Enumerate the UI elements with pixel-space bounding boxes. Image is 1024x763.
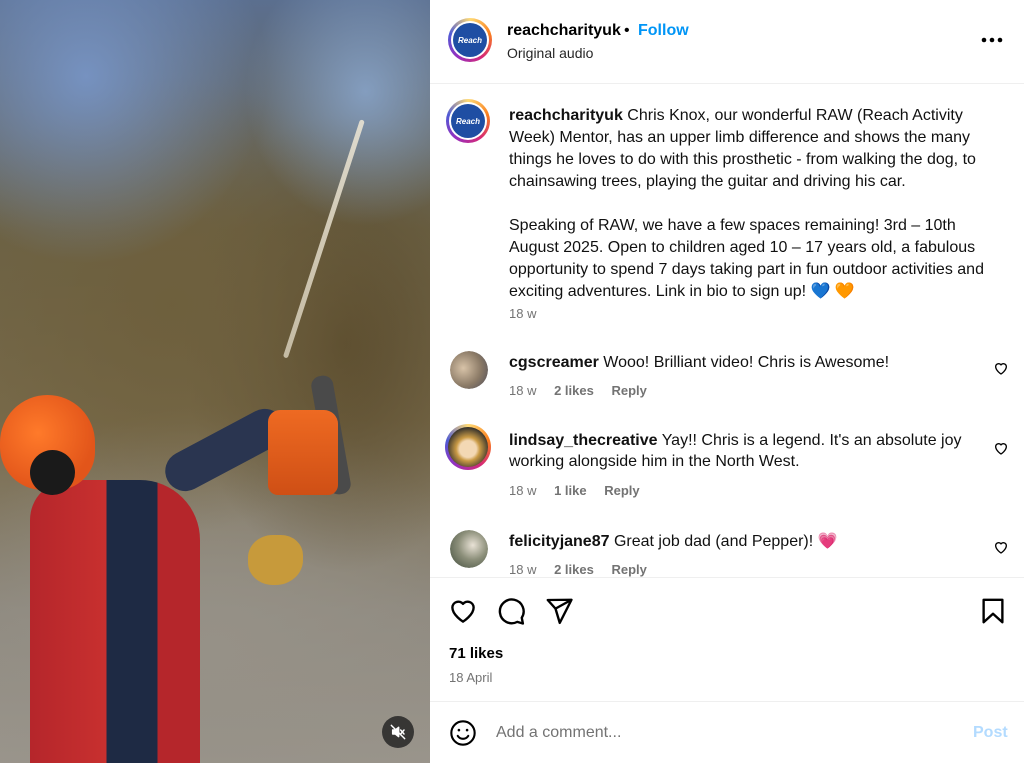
more-options-button[interactable] (978, 26, 1006, 54)
comments-section[interactable]: Reach reachcharityuk Chris Knox, our won… (430, 85, 1024, 577)
audio-label[interactable]: Original audio (507, 45, 593, 61)
mute-button[interactable] (382, 716, 414, 748)
caption-time[interactable]: 18 w (509, 306, 536, 321)
comment-likes[interactable]: 2 likes (554, 562, 594, 577)
caption-avatar[interactable]: Reach (446, 99, 490, 143)
reach-logo: Reach (453, 23, 487, 57)
video-glove (248, 535, 303, 585)
video-earmuff (30, 450, 75, 495)
comment-username[interactable]: lindsay_thecreative (509, 432, 658, 449)
comment-meta: 18 w 2 likes Reply (509, 562, 661, 577)
comment-meta: 18 w 1 like Reply (509, 483, 654, 498)
like-comment-heart-icon[interactable] (993, 539, 1009, 555)
video-chainsaw (268, 410, 338, 495)
post-comment-button[interactable]: Post (973, 724, 1008, 742)
author-username[interactable]: reachcharityuk (507, 22, 621, 40)
comment-time[interactable]: 18 w (509, 383, 536, 398)
caption-username[interactable]: reachcharityuk (509, 107, 623, 124)
follow-button[interactable]: Follow (638, 22, 689, 40)
sound-off-icon (390, 724, 406, 740)
comment-username[interactable]: cgscreamer (509, 354, 599, 371)
comment-text: felicityjane87 Great job dad (and Pepper… (509, 531, 979, 552)
post-date[interactable]: 18 April (449, 670, 492, 685)
post-actions: 71 likes 18 April (430, 577, 1024, 701)
bookmark-icon[interactable] (978, 596, 1008, 626)
heart-icon[interactable] (448, 596, 478, 626)
comment-body: Great job dad (and Pepper)! 💗 (613, 533, 838, 550)
like-comment-heart-icon[interactable] (993, 440, 1009, 456)
comment-body: Wooo! Brilliant video! Chris is Awesome! (603, 354, 890, 371)
comment-likes[interactable]: 2 likes (554, 383, 594, 398)
post-caption: reachcharityuk Chris Knox, our wonderful… (509, 105, 999, 325)
post-header: Reach reachcharityuk • Follow Original a… (430, 0, 1024, 84)
comment-input[interactable] (496, 718, 956, 748)
separator-dot: • (624, 22, 630, 39)
reach-logo: Reach (451, 104, 485, 138)
comment-text: lindsay_thecreative Yay!! Chris is a leg… (509, 430, 979, 472)
like-comment-heart-icon[interactable] (993, 360, 1009, 376)
caption-paragraph-2: Speaking of RAW, we have a few spaces re… (509, 217, 984, 300)
comment-time[interactable]: 18 w (509, 562, 536, 577)
comment-icon[interactable] (496, 596, 526, 626)
reply-button[interactable]: Reply (604, 483, 639, 498)
video-branch (282, 119, 365, 359)
reply-button[interactable]: Reply (611, 383, 646, 398)
comment-avatar[interactable] (445, 424, 491, 470)
likes-count[interactable]: 71 likes (449, 645, 503, 662)
video-person-body (30, 480, 200, 763)
add-comment-bar: Post (430, 701, 1024, 763)
share-icon[interactable] (544, 596, 574, 626)
comment-meta: 18 w 2 likes Reply (509, 383, 661, 398)
author-avatar[interactable]: Reach (448, 18, 492, 62)
reply-button[interactable]: Reply (611, 562, 646, 577)
comment-avatar[interactable] (450, 351, 488, 389)
post-details-panel: Reach reachcharityuk • Follow Original a… (430, 0, 1024, 763)
post-video[interactable] (0, 0, 430, 763)
emoji-icon[interactable] (449, 719, 477, 747)
comment-time[interactable]: 18 w (509, 483, 536, 498)
comment-username[interactable]: felicityjane87 (509, 533, 610, 550)
more-horizontal-icon (981, 37, 1003, 43)
comment-likes[interactable]: 1 like (554, 483, 587, 498)
comment-avatar[interactable] (450, 530, 488, 568)
comment-text: cgscreamer Wooo! Brilliant video! Chris … (509, 352, 979, 373)
